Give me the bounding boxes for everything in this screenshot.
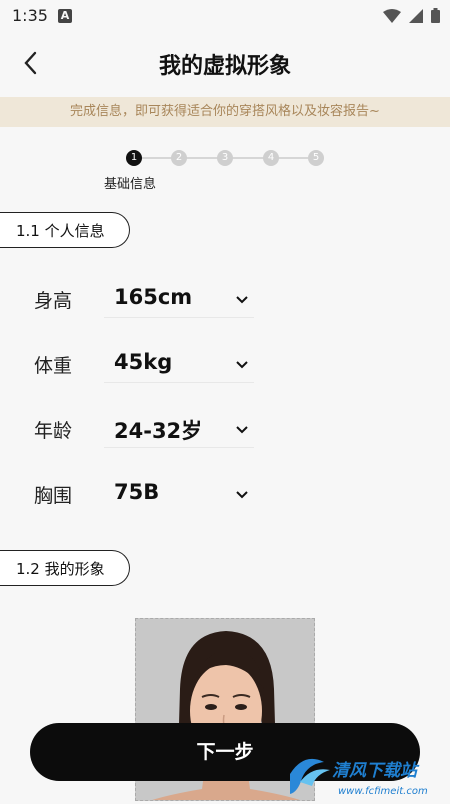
status-bar: 1:35 A (0, 0, 450, 32)
step-label-basic-info: 基础信息 (104, 177, 157, 192)
step-2[interactable]: 2 (171, 150, 187, 166)
bust-label: 胸围 (34, 485, 73, 507)
height-select[interactable]: 165cm (104, 283, 254, 318)
step-3[interactable]: 3 (217, 150, 233, 166)
age-select[interactable]: 24-32岁 (104, 413, 254, 448)
step-1[interactable]: 1 (126, 150, 142, 166)
height-value: 165cm (114, 285, 193, 309)
wifi-icon (383, 8, 401, 23)
signal-icon (409, 8, 423, 23)
info-banner: 完成信息，即可获得适合你的穿搭风格以及妆容报告~ (0, 97, 450, 127)
chevron-down-icon (236, 426, 248, 434)
chevron-down-icon (236, 491, 248, 499)
watermark-logo: 清风下载站 www.fcfimeit.com (286, 748, 436, 800)
section-my-image: 1.2 我的形象 (0, 550, 130, 586)
bust-select[interactable]: 75B (104, 478, 254, 512)
weight-value: 45kg (114, 350, 173, 374)
section-personal-info: 1.1 个人信息 (0, 212, 130, 248)
svg-text:www.fcfimeit.com: www.fcfimeit.com (338, 786, 428, 797)
chevron-down-icon (236, 361, 248, 369)
weight-label: 体重 (34, 355, 73, 377)
svg-text:清风下载站: 清风下载站 (332, 761, 420, 781)
bust-value: 75B (114, 480, 160, 504)
age-value: 24-32岁 (114, 419, 203, 443)
battery-icon (431, 8, 440, 23)
height-label: 身高 (34, 290, 73, 312)
system-icons (383, 8, 440, 23)
step-4[interactable]: 4 (263, 150, 279, 166)
age-label: 年龄 (34, 420, 73, 442)
app-notification-icon: A (58, 9, 72, 23)
step-5[interactable]: 5 (308, 150, 324, 166)
page-title: 我的虚拟形象 (158, 54, 291, 79)
weight-select[interactable]: 45kg (104, 348, 254, 383)
status-time: 1:35 (12, 6, 48, 25)
chevron-down-icon (236, 296, 248, 304)
